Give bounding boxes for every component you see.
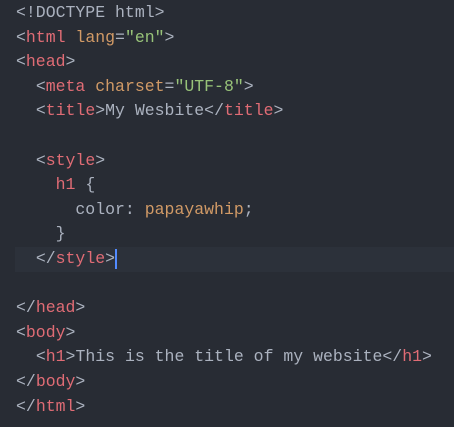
token-punctuation: < (16, 322, 26, 342)
code-line[interactable]: </style> (15, 246, 454, 272)
token-text: color: (16, 199, 145, 219)
token-tag-name: title (45, 101, 96, 121)
token-punctuation: > (75, 396, 86, 416)
token-tag-name: head (25, 52, 66, 72)
code-line[interactable]: </body> (0, 370, 454, 395)
code-line[interactable]: <html lang="en"> (0, 26, 454, 51)
token-punctuation: </ (16, 396, 36, 416)
token-punctuation: </ (382, 347, 403, 367)
token-text: ; (243, 199, 254, 219)
token-tag-name: h1 (45, 347, 66, 367)
token-punctuation: = (164, 76, 175, 96)
token-punctuation: < (16, 27, 26, 47)
code-line[interactable] (0, 272, 454, 297)
token-punctuation: > (95, 101, 106, 121)
token-punctuation: > (65, 322, 76, 342)
token-punctuation: > (65, 347, 76, 367)
token-punctuation: </ (16, 298, 36, 318)
token-attribute-name: charset (95, 76, 165, 96)
token-tag-name: style (45, 150, 96, 170)
token-punctuation: > (273, 101, 284, 121)
token-punctuation: < (16, 52, 26, 72)
token-tag-name: body (35, 371, 76, 391)
code-editor[interactable]: <!DOCTYPE html> <html lang="en"> <head> <m… (0, 0, 454, 419)
token-text: My Wesbite (105, 101, 205, 121)
code-line[interactable]: <meta charset="UTF-8"> (0, 75, 454, 100)
token-text: } (16, 224, 66, 244)
token-punctuation: </ (16, 371, 36, 391)
token-attribute-value: "UTF-8" (174, 76, 244, 96)
token-tag-name: title (223, 101, 274, 121)
code-line[interactable]: color: papayawhip; (0, 198, 454, 223)
token-tag-name: h1 (402, 347, 423, 367)
token-punctuation: > (95, 150, 106, 170)
token-punctuation: > (243, 76, 254, 96)
token-tag-name: head (35, 298, 76, 318)
code-line[interactable]: <head> (0, 50, 454, 75)
code-line[interactable] (0, 124, 454, 149)
code-line[interactable]: <body> (0, 321, 454, 346)
text-cursor (115, 248, 118, 269)
code-line[interactable]: } (0, 222, 454, 247)
token-tag-name: style (55, 248, 106, 268)
code-line[interactable]: <style> (0, 149, 454, 174)
code-line[interactable]: </head> (0, 296, 454, 321)
token-punctuation: < (35, 150, 46, 170)
token-text: This is the title of my website (75, 347, 383, 367)
token-tag-name: meta (45, 76, 86, 96)
token-punctuation: </ (35, 248, 56, 268)
token-punctuation: > (105, 248, 116, 268)
token-punctuation: > (65, 52, 76, 72)
token-tag-name: html (35, 396, 76, 416)
code-line[interactable]: <!DOCTYPE html> (0, 1, 454, 26)
token-punctuation: > (422, 347, 432, 367)
token-punctuation: < (35, 347, 46, 367)
token-punctuation: < (35, 76, 46, 96)
token-attribute-name: lang (75, 27, 116, 47)
code-line[interactable]: <title>My Wesbite</title> (0, 99, 454, 124)
token-punctuation: <!DOCTYPE html> (16, 3, 165, 22)
token-text: { (75, 175, 96, 195)
token-punctuation: < (35, 101, 46, 121)
token-punctuation: > (75, 298, 86, 318)
code-line[interactable]: h1 { (0, 173, 454, 198)
token-punctuation: = (115, 27, 125, 47)
code-line[interactable]: <h1>This is the title of my website</h1> (0, 345, 454, 370)
token-css-value: papayawhip (144, 199, 244, 219)
token-tag-name: h1 (55, 175, 76, 195)
token-tag-name: html (25, 27, 66, 47)
token-attribute-value: "en" (124, 27, 165, 47)
token-punctuation: </ (204, 101, 224, 121)
token-tag-name: body (25, 322, 66, 342)
token-punctuation: > (164, 27, 175, 47)
code-line[interactable]: </html> (0, 395, 454, 420)
token-punctuation: > (75, 371, 86, 391)
